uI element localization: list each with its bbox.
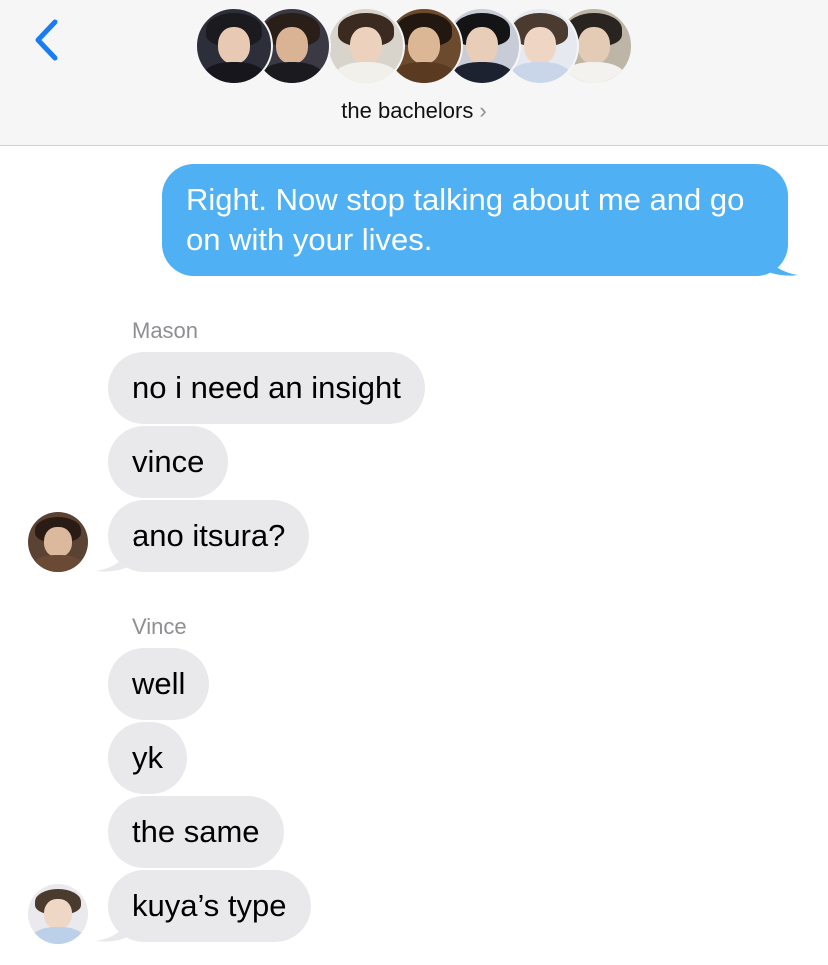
conversation-header: the bachelors › [0,0,828,146]
sender-name-vince: Vince [132,614,187,639]
received-message-bubble[interactable]: well [108,648,210,720]
avatar-body [200,62,268,83]
bubble-tail [96,910,134,942]
back-button[interactable] [28,16,68,66]
avatar-body [258,62,326,83]
bubble-tail [96,540,134,572]
received-message-bubble[interactable]: yk [108,722,187,794]
received-message-bubble[interactable]: the same [108,796,284,868]
vince-avatar[interactable] [28,884,88,944]
bubble-tail [760,244,798,276]
sent-message-bubble[interactable]: Right. Now stop talking about me and go … [162,164,788,276]
group-avatars[interactable] [195,7,635,89]
received-message-bubble[interactable]: ano itsura? [108,500,310,572]
sender-name-mason: Mason [132,318,199,343]
chevron-left-icon [35,19,58,61]
avatar-face [523,26,557,64]
avatar-body [506,62,574,83]
avatar-face [44,899,72,929]
received-message-bubble[interactable]: kuya’s type [108,870,311,942]
avatar-face [407,26,441,64]
avatar-face [349,26,383,64]
avatar-face [217,26,251,64]
avatar-body [30,555,86,572]
group-name-button[interactable]: the bachelors › [0,98,828,124]
avatar-face [275,26,309,64]
received-message-bubble[interactable]: no i need an insight [108,352,425,424]
avatar-body [448,62,516,83]
received-message-bubble[interactable]: vince [108,426,229,498]
mason-avatar[interactable] [28,512,88,572]
avatar-body [390,62,458,83]
sent-message-text: Right. Now stop talking about me and go … [186,182,745,257]
avatar-face [44,527,72,557]
member-avatar [327,7,405,85]
avatar-body [332,62,400,83]
avatar-body [30,927,86,944]
group-name: the bachelors [341,98,474,123]
avatar-face [465,26,499,64]
avatar-face [577,26,611,64]
member-avatar [195,7,273,85]
chevron-right-icon: › [479,98,487,123]
